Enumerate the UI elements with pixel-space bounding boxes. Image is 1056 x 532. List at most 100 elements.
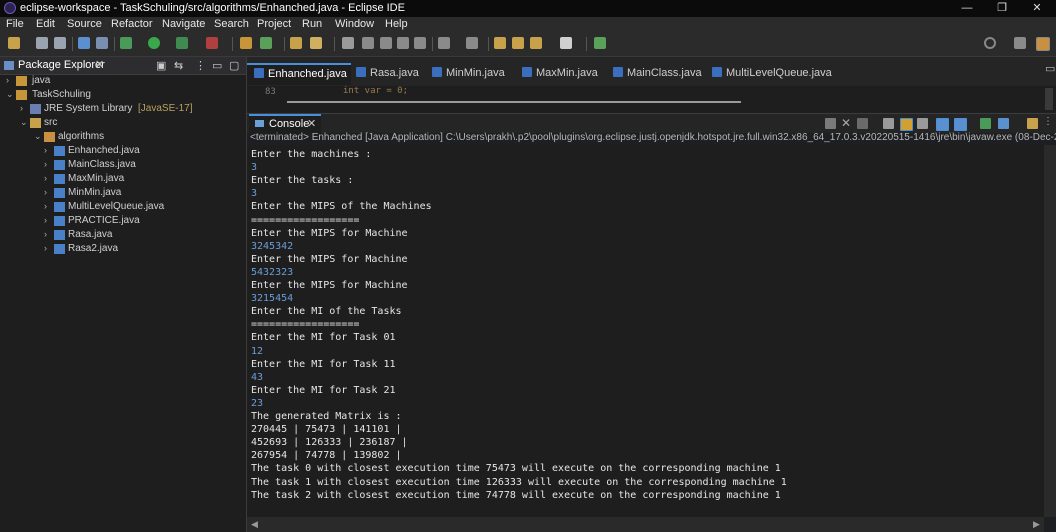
link-with-editor-icon[interactable]: ⇆ (174, 59, 183, 72)
menu-run[interactable]: Run (302, 18, 322, 30)
tree-item-file[interactable]: › Enhanched.java (0, 145, 246, 158)
search-toolbar-icon[interactable] (342, 37, 354, 49)
collapse-all-icon[interactable]: ▣ (156, 59, 166, 72)
menu-source[interactable]: Source (67, 18, 102, 30)
view-menu-icon[interactable]: ⋮ (1043, 116, 1053, 127)
console-output-line: The task 1 with closest execution time 1… (251, 476, 787, 488)
maximize-button[interactable]: ❐ (987, 0, 1017, 17)
tree-item-file[interactable]: › MinMin.java (0, 187, 246, 200)
show-on-error-icon[interactable] (954, 118, 967, 131)
editor-minimize-icon[interactable]: ▭ (1045, 62, 1055, 75)
editor-hscrollbar[interactable] (287, 101, 741, 103)
scroll-right-icon[interactable]: ▶ (1033, 519, 1040, 530)
terminate-icon[interactable] (825, 118, 836, 129)
remove-all-icon[interactable] (857, 118, 868, 129)
console-output[interactable]: Enter the machines :3 Enter the tasks :3E… (247, 145, 1044, 517)
java-file-icon (254, 68, 264, 78)
tab-mainclass[interactable]: MainClass.java (613, 67, 702, 83)
open-perspective-icon[interactable] (1014, 37, 1026, 49)
tree-item-jre-library[interactable]: › JRE System Library [JavaSE-17] (0, 103, 246, 116)
tree-item-file[interactable]: › Rasa2.java (0, 243, 246, 256)
tab-console[interactable]: Console ✕ (249, 114, 321, 133)
close-icon[interactable]: ✕ (95, 58, 104, 71)
java-file-icon (522, 67, 532, 77)
menu-edit[interactable]: Edit (36, 18, 55, 30)
console-output-line: Enter the MIPS of the Machines (251, 201, 432, 213)
maximize-view-icon[interactable]: ▢ (229, 59, 239, 72)
tab-multilevelqueue[interactable]: MultiLevelQueue.java (712, 67, 832, 83)
menu-refactor[interactable]: Refactor (111, 18, 153, 30)
remove-launch-icon[interactable]: ✕ (841, 117, 852, 129)
new-icon[interactable] (8, 37, 20, 49)
open-console-icon[interactable] (1027, 118, 1038, 129)
menu-project[interactable]: Project (257, 18, 291, 30)
skip-breakpoints-icon[interactable] (96, 37, 108, 49)
terminal-icon[interactable] (78, 37, 90, 49)
tree-item-file[interactable]: › MultiLevelQueue.java (0, 201, 246, 214)
menu-help[interactable]: Help (385, 18, 408, 30)
save-all-icon[interactable] (54, 37, 66, 49)
display-console-icon[interactable] (998, 118, 1009, 129)
scroll-lock-icon[interactable] (900, 118, 913, 131)
new-package-icon[interactable] (260, 37, 272, 49)
show-on-output-icon[interactable] (936, 118, 949, 131)
menu-bar: File Edit Source Refactor Navigate Searc… (0, 17, 1056, 32)
console-hscrollbar[interactable]: ◀ ▶ (247, 517, 1044, 532)
eclipse-logo-icon (4, 2, 16, 14)
show-whitespace-icon[interactable] (414, 37, 426, 49)
save-icon[interactable] (36, 37, 48, 49)
editor-vscrollbar[interactable] (1045, 88, 1053, 110)
tab-maxmin[interactable]: MaxMin.java (522, 67, 598, 83)
tree-item-file[interactable]: › Rasa.java (0, 229, 246, 242)
word-wrap-icon[interactable] (380, 37, 392, 49)
open-task-icon[interactable] (310, 37, 322, 49)
tree-item-taskschuling-project[interactable]: ⌄ TaskSchuling (0, 89, 246, 102)
coverage-icon[interactable] (176, 37, 188, 49)
new-java-project-icon[interactable] (240, 37, 252, 49)
java-perspective-icon[interactable] (1036, 37, 1050, 51)
java-file-icon (613, 67, 623, 77)
scroll-left-icon[interactable]: ◀ (251, 519, 258, 530)
back-dropdown-icon[interactable] (530, 37, 542, 49)
minimize-button[interactable]: — (952, 0, 982, 17)
tab-enhanched[interactable]: Enhanched.java ✕ (254, 67, 365, 83)
close-icon[interactable]: ✕ (307, 117, 316, 130)
console-vscrollbar[interactable] (1044, 145, 1056, 517)
search-icon[interactable] (984, 37, 996, 49)
tree-item-algorithms-package[interactable]: ⌄ algorithms (0, 131, 246, 144)
tree-item-java-project[interactable]: › java (0, 75, 246, 88)
tab-rasa[interactable]: Rasa.java (356, 67, 419, 83)
tree-item-file[interactable]: › MaxMin.java (0, 173, 246, 186)
console-output-line: Enter the machines : (251, 149, 372, 160)
pin-editor-icon[interactable] (594, 37, 606, 49)
debug-icon[interactable] (120, 37, 132, 49)
clear-console-icon[interactable] (883, 118, 894, 129)
menu-navigate[interactable]: Navigate (162, 18, 205, 30)
tab-minmin[interactable]: MinMin.java (432, 67, 505, 83)
editor-area[interactable]: 83 int var = 0; (247, 86, 1056, 112)
tree-item-file[interactable]: › PRACTICE.java (0, 215, 246, 228)
prev-annotation-icon[interactable] (466, 37, 478, 49)
close-window-button[interactable]: ✕ (1022, 0, 1052, 17)
view-menu-icon[interactable]: ⋮ (195, 59, 206, 72)
code-line: int var = 0; (343, 86, 409, 96)
pin-console-icon[interactable] (980, 118, 991, 129)
tree-item-file[interactable]: › MainClass.java (0, 159, 246, 172)
word-wrap-console-icon[interactable] (917, 118, 928, 129)
back-icon[interactable] (512, 37, 524, 49)
run-icon[interactable] (148, 37, 160, 49)
tree-item-src-folder[interactable]: ⌄ src (0, 117, 246, 130)
forward-icon[interactable] (560, 37, 572, 49)
java-file-icon (54, 146, 65, 156)
menu-file[interactable]: File (6, 18, 24, 30)
external-tools-icon[interactable] (206, 37, 218, 49)
menu-search[interactable]: Search (214, 18, 249, 30)
next-annotation-icon[interactable] (438, 37, 450, 49)
package-explorer-title[interactable]: Package Explorer (18, 59, 105, 71)
mark-occurrences-icon[interactable] (362, 37, 374, 49)
minimize-view-icon[interactable]: ▭ (212, 59, 222, 72)
block-selection-icon[interactable] (397, 37, 409, 49)
menu-window[interactable]: Window (335, 18, 374, 30)
last-edit-location-icon[interactable] (494, 37, 506, 49)
open-type-icon[interactable] (290, 37, 302, 49)
